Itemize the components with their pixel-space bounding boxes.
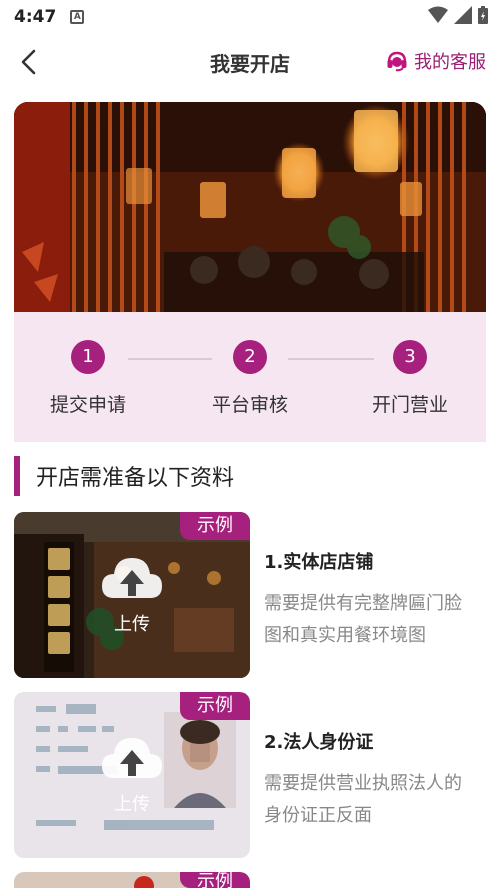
status-bar: 4:47 A [0,0,500,34]
step-number: 3 [393,340,427,374]
card-title: 1.实体店店铺 [264,552,374,573]
step-label: 开门营业 [371,394,448,416]
back-button[interactable] [12,44,44,80]
step-number: 2 [233,340,267,374]
step-open: 3 开门营业 [350,340,470,417]
example-badge: 示例 [180,512,250,540]
example-badge: 示例 [180,692,250,720]
signal-icon [454,6,472,24]
back-arrow-icon [21,49,36,75]
restaurant-illustration [14,102,486,312]
step-submit: 1 提交申请 [28,340,148,417]
step-label: 提交申请 [49,394,126,416]
card-description: 需要提供有完整牌匾门脸图和真实用餐环境图 [264,593,462,646]
section-accent-bar [14,456,20,496]
process-steps: 1 提交申请 2 平台审核 3 开门营业 [14,312,486,442]
headset-icon [387,51,407,72]
card-description: 需要提供营业执照法人的身份证正反面 [264,773,462,826]
customer-service-button[interactable]: 我的客服 [386,48,486,74]
requirement-card-id: 示例 上传 2.法人身份证 需要提供营业执照法人的身份证正反面 [14,692,486,860]
upload-label: 上传 [114,794,150,815]
requirement-card-3: 示例 [14,872,486,888]
customer-service-label: 我的客服 [414,52,486,73]
notification-icon: A [70,10,85,24]
upload-label: 上传 [114,614,150,635]
upload-cloud-icon [102,738,162,778]
hero-restaurant-image [14,102,486,312]
example-badge: 示例 [180,872,250,888]
section-heading: 开店需准备以下资料 [14,456,234,496]
step-label: 平台审核 [211,394,288,416]
upload-cloud-icon [102,558,162,598]
section-title: 开店需准备以下资料 [36,466,235,491]
store-photo-upload[interactable]: 示例 上传 [14,512,250,678]
status-icons [428,6,488,24]
page-title: 我要开店 [210,51,290,76]
step-review: 2 平台审核 [190,340,310,417]
wifi-icon [428,6,448,23]
step-number: 1 [71,340,105,374]
requirement-card-store: 示例 上传 1.实体店店铺 需要提供有完整牌匾门脸图和真实用餐环境图 [14,512,486,680]
status-time: 4:47 [14,7,57,27]
card-title: 2.法人身份证 [264,732,374,753]
third-example-upload[interactable]: 示例 [14,872,250,888]
header: 我要开店 我的客服 [0,34,500,90]
id-card-upload[interactable]: 示例 上传 [14,692,250,858]
battery-icon [478,6,488,24]
